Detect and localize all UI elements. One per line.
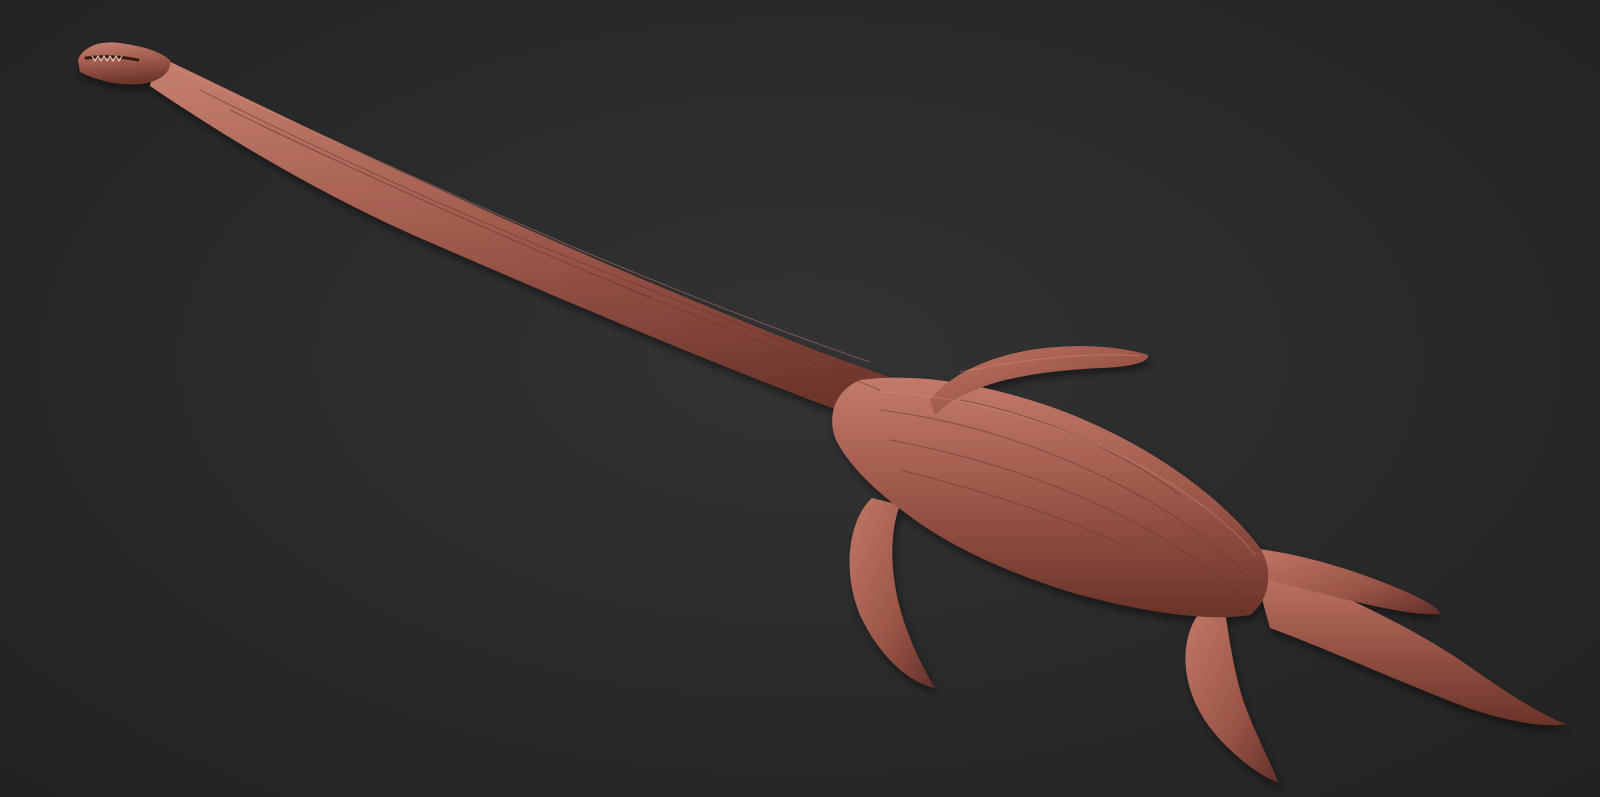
head bbox=[78, 42, 171, 85]
rear-lower-flipper bbox=[1185, 612, 1278, 782]
plesiosaur-model bbox=[78, 42, 1566, 782]
torso bbox=[832, 377, 1269, 618]
front-lower-flipper bbox=[849, 498, 935, 688]
sculpt-viewport[interactable] bbox=[0, 0, 1600, 797]
